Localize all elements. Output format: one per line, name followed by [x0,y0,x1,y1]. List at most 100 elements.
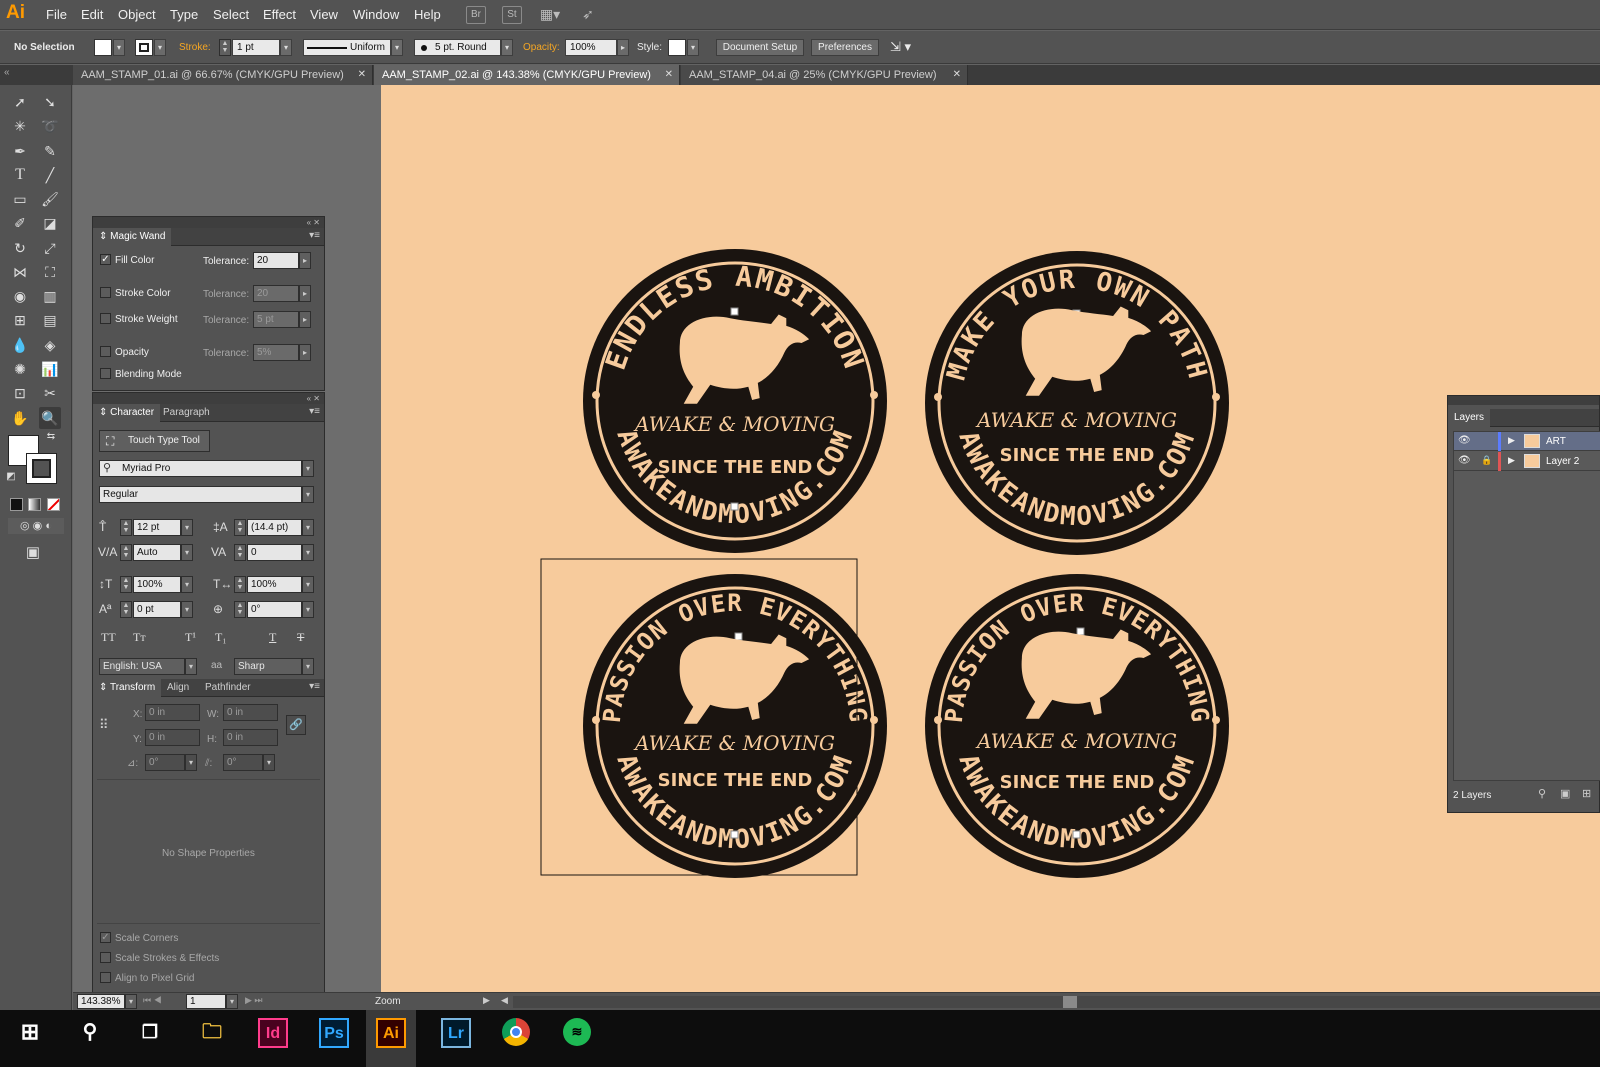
rotate-angle-dropdown[interactable]: ▾ [185,754,197,771]
style-dropdown[interactable]: ▾ [687,39,699,56]
menu-edit[interactable]: Edit [81,7,103,22]
tab-align[interactable]: Align [161,679,195,697]
task-view-icon[interactable]: ❐ [135,1018,165,1048]
horizontal-scale-dropdown[interactable]: ▾ [302,576,314,593]
panel-menu-icon[interactable]: ▾≡ [309,681,320,692]
tab-aam-stamp-02[interactable]: AAM_STAMP_02.ai @ 143.38% (CMYK/GPU Prev… [374,65,680,85]
stroke-tolerance-field[interactable]: 20 [253,285,299,302]
screen-mode-icon[interactable]: ▣ [22,542,44,564]
close-icon[interactable]: ✕ [358,65,366,85]
kerning-spinner[interactable]: ▲ ▼ [120,544,132,561]
layer-row-art[interactable]: 👁 ▶ ART [1454,432,1600,451]
fill-color-checkbox[interactable]: ✓ [100,254,111,265]
free-transform-tool-icon[interactable]: ⛶ [39,261,61,283]
expand-arrow-icon[interactable]: ▶ [1508,455,1515,466]
new-sublayer-icon[interactable]: ⊞ [1582,787,1591,800]
opacity-field[interactable]: 100% [565,39,617,56]
leading-field[interactable]: (14.4 pt) [247,519,302,536]
shape-builder-tool-icon[interactable]: ◉ [9,285,31,307]
weight-tolerance-arrow[interactable]: ▸ [299,311,311,328]
stroke-weight-checkbox[interactable] [100,313,111,324]
opacity-label[interactable]: Opacity: [523,42,560,53]
scroll-left-arrow[interactable]: ◀ [501,995,508,1006]
language-field[interactable]: English: USA [99,658,185,675]
vertical-scale-spinner[interactable]: ▲ ▼ [120,576,132,593]
strikethrough-icon[interactable]: T [297,630,304,645]
scale-corners-checkbox[interactable]: ✓ [100,932,111,943]
close-icon[interactable]: ✕ [665,65,673,85]
menu-select[interactable]: Select [213,7,249,22]
search-icon[interactable]: ⚲ [75,1018,105,1048]
artboard-tool-icon[interactable]: ⊡ [9,382,31,404]
y-field[interactable]: 0 in [145,729,200,746]
rectangle-tool-icon[interactable]: ▭ [9,188,31,210]
column-graph-tool-icon[interactable]: 📊 [39,358,61,380]
rotate-angle-field[interactable]: 0° [145,754,185,771]
curvature-tool-icon[interactable]: ✎ [39,140,61,162]
character-rotation-field[interactable]: 0° [247,601,302,618]
artboard-dropdown[interactable]: ▾ [226,994,238,1009]
panel-collapse-bar[interactable]: « ✕ [93,393,324,404]
all-caps-icon[interactable]: TT [101,630,116,645]
gradient-mode-icon[interactable] [28,498,41,511]
stroke-swatch[interactable] [135,39,153,56]
windows-start-icon[interactable]: ⊞ [15,1018,45,1048]
menu-help[interactable]: Help [414,7,441,22]
tab-magic-wand[interactable]: ⇕ Magic Wand [93,228,172,246]
lock-icon[interactable]: 🔒 [1481,455,1492,466]
visibility-eye-icon[interactable]: 👁 [1458,455,1471,466]
baseline-shift-field[interactable]: 0 pt [133,601,181,618]
shaper-tool-icon[interactable]: ✐ [9,212,31,234]
stamp-endless-ambition[interactable]: ENDLESS AMBITION AWAKEANDMOVING.COM AWAK… [583,249,887,553]
brush-definition[interactable]: 5 pt. Round [414,39,501,56]
touch-type-tool-button[interactable]: ⛶ Touch Type Tool [99,430,210,452]
kerning-field[interactable]: Auto [133,544,181,561]
indesign-icon[interactable]: Id [258,1018,288,1048]
gpu-performance-icon[interactable]: ➶ [578,6,598,24]
stroke-swatch-dropdown[interactable]: ▾ [154,39,166,56]
gradient-tool-icon[interactable]: ▤ [39,309,61,331]
stroke-color-box[interactable] [26,453,57,484]
tracking-field[interactable]: 0 [247,544,302,561]
stroke-tolerance-arrow[interactable]: ▸ [299,285,311,302]
x-field[interactable]: 0 in [145,704,200,721]
default-fill-stroke-icon[interactable]: ◩ [4,470,18,484]
fill-tolerance-arrow[interactable]: ▸ [299,252,311,269]
vertical-scale-dropdown[interactable]: ▾ [181,576,193,593]
profile-dropdown[interactable]: ▾ [391,39,403,56]
font-style-field[interactable]: Regular [99,486,302,503]
stock-icon[interactable]: St [502,6,522,24]
leading-dropdown[interactable]: ▾ [302,519,314,536]
font-family-dropdown[interactable]: ▾ [302,460,314,477]
scrollbar-thumb[interactable] [1063,996,1077,1008]
rotation-dropdown[interactable]: ▾ [302,601,314,618]
collapse-toolbar-icon[interactable]: « [4,67,10,78]
tab-transform[interactable]: ⇕ Transform [93,679,162,697]
tracking-dropdown[interactable]: ▾ [302,544,314,561]
opacity-tolerance-field[interactable]: 5% [253,344,299,361]
width-tool-icon[interactable]: ⋈ [9,261,31,283]
stroke-weight-field[interactable]: 1 pt [232,39,280,56]
opacity-arrow[interactable]: ▸ [617,39,629,56]
photoshop-icon[interactable]: Ps [319,1018,349,1048]
font-size-field[interactable]: 12 pt [133,519,181,536]
superscript-icon[interactable]: T¹ [185,630,196,645]
document-setup-button[interactable]: Document Setup [716,39,804,56]
panel-collapse-bar[interactable]: « ✕ [93,217,324,228]
h-field[interactable]: 0 in [223,729,278,746]
rotate-tool-icon[interactable]: ↻ [9,237,31,259]
shear-dropdown[interactable]: ▾ [263,754,275,771]
leading-spinner[interactable]: ▲ ▼ [234,519,246,536]
perspective-grid-tool-icon[interactable]: ▥ [39,285,61,307]
zoom-tool-icon[interactable]: 🔍 [39,407,61,429]
horizontal-scrollbar[interactable] [513,996,1600,1008]
tab-character[interactable]: ⇕ Character [93,404,161,422]
magic-wand-tool-icon[interactable]: ✳ [9,115,31,137]
tab-aam-stamp-01[interactable]: AAM_STAMP_01.ai @ 66.67% (CMYK/GPU Previ… [73,65,373,85]
font-family-field[interactable]: Myriad Pro [99,460,302,477]
horizontal-scale-field[interactable]: 100% [247,576,302,593]
first-artboard-icon[interactable]: ⏮ ◀ [143,995,162,1006]
font-size-spinner[interactable]: ▲ ▼ [120,519,132,536]
spotify-icon[interactable]: ≋ [563,1018,593,1048]
tracking-spinner[interactable]: ▲ ▼ [234,544,246,561]
